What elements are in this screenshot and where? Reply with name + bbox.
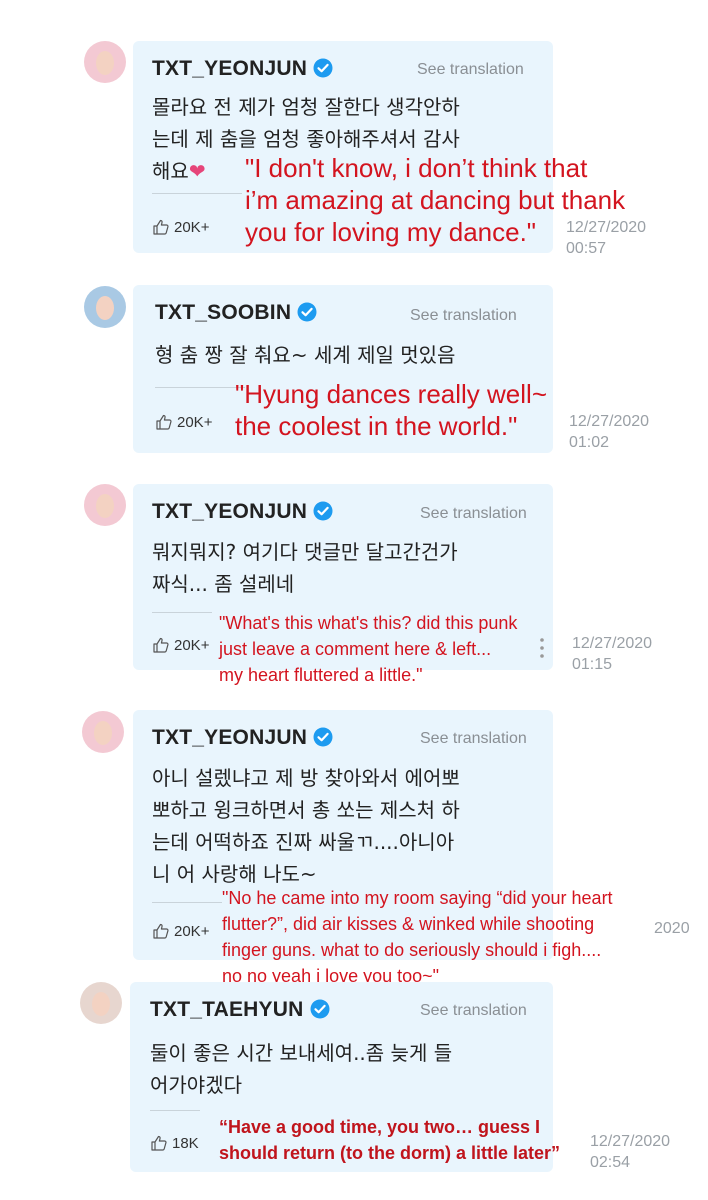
- divider: [152, 193, 242, 194]
- username-text[interactable]: TXT_TAEHYUN: [150, 998, 304, 1021]
- timestamp: 12/27/2020 01:15: [572, 633, 652, 675]
- timestamp-time: 01:02: [569, 434, 610, 451]
- like-count: 20K+: [174, 636, 210, 654]
- comment-username[interactable]: TXT_YEONJUN: [152, 726, 333, 750]
- see-translation-link[interactable]: See translation: [417, 61, 524, 79]
- timestamp-date: 12/27/2020: [572, 635, 653, 652]
- translation-overlay: "I don't know, i don’t think that i’m am…: [245, 153, 626, 247]
- avatar[interactable]: [82, 711, 124, 753]
- username-text[interactable]: TXT_SOOBIN: [155, 301, 291, 324]
- translation-overlay: "Hyung dances really well~ the coolest i…: [235, 379, 547, 441]
- see-translation-link[interactable]: See translation: [420, 505, 527, 523]
- thumbs-up-icon: [153, 219, 169, 235]
- avatar[interactable]: [80, 982, 122, 1024]
- thumbs-up-icon: [153, 637, 169, 653]
- divider: [152, 612, 212, 613]
- heart-emoji-icon: ❤: [188, 159, 206, 183]
- more-vertical-icon[interactable]: [538, 637, 546, 659]
- avatar[interactable]: [84, 286, 126, 328]
- like-count: 20K+: [174, 218, 210, 236]
- divider: [150, 1110, 200, 1111]
- like-count: 20K+: [177, 413, 213, 431]
- like-button[interactable]: 18K: [150, 1134, 199, 1152]
- verified-badge-icon: [297, 302, 317, 322]
- timestamp: 12/27/2020 01:02: [569, 411, 649, 453]
- divider: [152, 902, 222, 903]
- verified-badge-icon: [313, 501, 333, 521]
- thumbs-up-icon: [151, 1135, 167, 1151]
- like-button[interactable]: 20K+: [152, 636, 209, 654]
- see-translation-link[interactable]: See translation: [410, 307, 517, 325]
- comment-username[interactable]: TXT_TAEHYUN: [150, 998, 330, 1022]
- username-text[interactable]: TXT_YEONJUN: [152, 500, 307, 523]
- like-button[interactable]: 20K+: [155, 413, 212, 431]
- verified-badge-icon: [313, 727, 333, 747]
- like-count: 20K+: [174, 922, 210, 940]
- comment-text: 뭐지뭐지? 여기다 댓글만 달고간건가 짜식... 좀 설레네: [152, 540, 458, 596]
- avatar[interactable]: [84, 41, 126, 83]
- comment-text: 둘이 좋은 시간 보내세여..좀 늦게 들 어가야겠다: [150, 1041, 453, 1097]
- username-text[interactable]: TXT_YEONJUN: [152, 726, 307, 749]
- like-button[interactable]: 20K+: [152, 922, 209, 940]
- timestamp-date: 12/27/2020: [590, 1133, 671, 1150]
- translation-overlay: "No he came into my room saying “did you…: [222, 888, 613, 986]
- comment-text: 형 춤 짱 잘 춰요~ 세계 제일 멋있음: [155, 343, 456, 367]
- divider: [155, 387, 245, 388]
- avatar[interactable]: [84, 484, 126, 526]
- username-text[interactable]: TXT_YEONJUN: [152, 57, 307, 80]
- comment-username[interactable]: TXT_SOOBIN: [155, 301, 317, 325]
- verified-badge-icon: [313, 58, 333, 78]
- timestamp-time: 02:54: [590, 1154, 631, 1171]
- comment-username[interactable]: TXT_YEONJUN: [152, 500, 333, 524]
- see-translation-link[interactable]: See translation: [420, 1002, 527, 1020]
- see-translation-link[interactable]: See translation: [420, 730, 527, 748]
- timestamp: 2020: [654, 918, 690, 939]
- like-count: 18K: [172, 1134, 199, 1152]
- verified-badge-icon: [310, 999, 329, 1019]
- like-button[interactable]: 20K+: [152, 218, 209, 236]
- comment-username[interactable]: TXT_YEONJUN: [152, 57, 333, 81]
- translation-overlay: "What's this what's this? did this punk …: [219, 613, 518, 685]
- translation-overlay: “Have a good time, you two… guess I shou…: [219, 1117, 561, 1163]
- thumbs-up-icon: [156, 414, 172, 430]
- timestamp-date: 12/27/2020: [569, 413, 650, 430]
- timestamp: 12/27/2020 02:54: [590, 1131, 670, 1173]
- timestamp-date: 2020: [654, 920, 690, 937]
- timestamp-time: 01:15: [572, 656, 613, 673]
- thumbs-up-icon: [153, 923, 169, 939]
- comment-text: 아니 설렜냐고 제 방 찾아와서 에어뽀 뽀하고 윙크하면서 총 쏘는 제스처 …: [152, 766, 460, 886]
